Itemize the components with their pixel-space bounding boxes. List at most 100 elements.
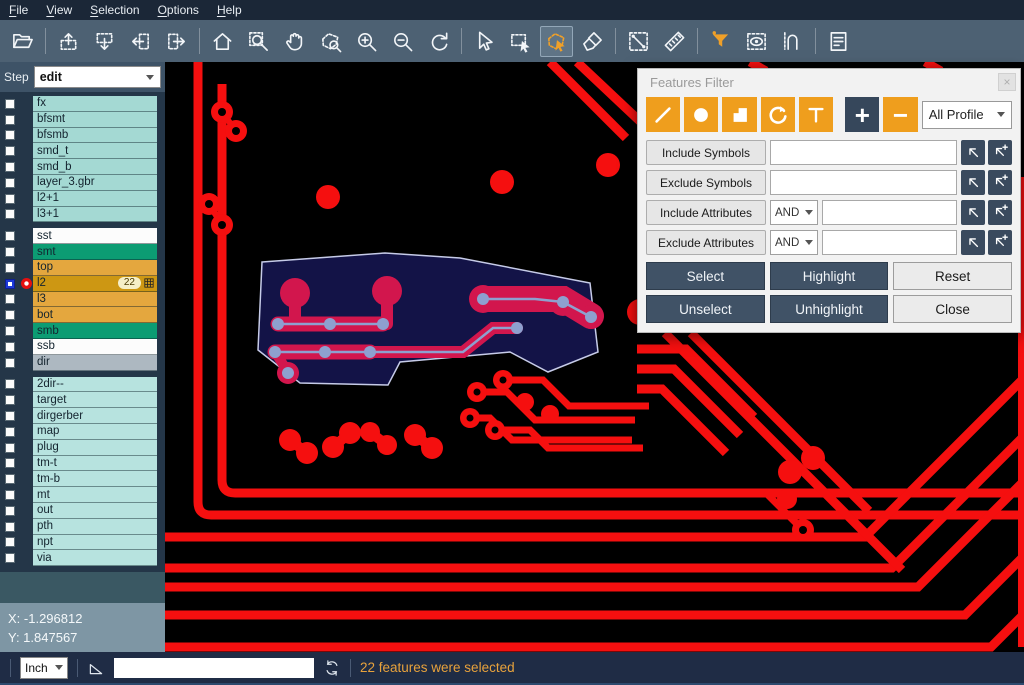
layer-name-2dir[interactable]: 2dir-- (33, 377, 157, 393)
toolbar-zoom-window-button[interactable] (242, 26, 275, 57)
layer-checkbox-bfsmt[interactable] (5, 115, 15, 125)
toolbar-scroll-down-button[interactable] (88, 26, 121, 57)
layer-name-tm-b[interactable]: tm-b (33, 471, 157, 487)
toolbar-features-filter-button[interactable] (704, 26, 737, 57)
layer-checkbox-map[interactable] (5, 427, 15, 437)
unselect-button[interactable]: Unselect (646, 295, 765, 323)
layer-checkbox-mt[interactable] (5, 490, 15, 500)
layer-checkbox-l2[interactable] (5, 279, 15, 289)
pick-from-canvas-button[interactable] (961, 140, 985, 165)
pick-from-canvas-button[interactable] (961, 230, 985, 255)
layer-checkbox-plug[interactable] (5, 443, 15, 453)
layer-name-map[interactable]: map (33, 424, 157, 440)
layer-name-smd-b[interactable]: smd_b (33, 159, 157, 175)
toolbar-snap-mode-button[interactable] (776, 26, 809, 57)
layer-checkbox-dirgerber[interactable] (5, 411, 15, 421)
include-symbols-button[interactable]: Include Symbols (646, 140, 766, 165)
toolbar-select-polygon-button[interactable] (540, 26, 573, 57)
layer-checkbox-2dir[interactable] (5, 379, 15, 389)
layer-checkbox-smd-t[interactable] (5, 146, 15, 156)
menu-options[interactable]: Options (149, 0, 208, 20)
dialog-title-bar[interactable]: Features Filter × (638, 69, 1020, 95)
draw-circle-button[interactable] (684, 97, 718, 132)
toolbar-clean-selection-button[interactable] (576, 26, 609, 57)
menu-view[interactable]: View (37, 0, 81, 20)
layer-name-dir[interactable]: dir (33, 355, 157, 371)
close-button[interactable]: Close (893, 295, 1012, 323)
toolbar-scroll-left-button[interactable] (124, 26, 157, 57)
include-symbols-input[interactable] (770, 140, 957, 165)
include-attributes-input[interactable] (822, 200, 957, 225)
layer-checkbox-tm-t[interactable] (5, 458, 15, 468)
layer-checkbox-bot[interactable] (5, 310, 15, 320)
toolbar-measure-distance-button[interactable] (622, 26, 655, 57)
layer-name-smt[interactable]: smt (33, 244, 157, 260)
add-filter-button[interactable]: + (845, 97, 879, 132)
pick-from-canvas-button[interactable] (961, 170, 985, 195)
unhighlight-button[interactable]: Unhighlight (770, 295, 889, 323)
exclude-attributes-input[interactable] (822, 230, 957, 255)
layer-name-ssb[interactable]: ssb (33, 339, 157, 355)
toolbar-pan-hand-button[interactable] (278, 26, 311, 57)
layer-name-via[interactable]: via (33, 550, 157, 566)
layer-name-l3-1[interactable]: l3+1 (33, 207, 157, 223)
highlight-button[interactable]: Highlight (770, 262, 889, 290)
layer-checkbox-out[interactable] (5, 506, 15, 516)
exclude-symbols-input[interactable] (770, 170, 957, 195)
layer-name-bfsmt[interactable]: bfsmt (33, 112, 157, 128)
layer-name-l2[interactable]: l222 (33, 276, 157, 292)
layer-name-target[interactable]: target (33, 392, 157, 408)
layer-name-smb[interactable]: smb (33, 323, 157, 339)
toolbar-zoom-polygon-button[interactable] (314, 26, 347, 57)
layer-checkbox-fx[interactable] (5, 99, 15, 109)
menu-help[interactable]: Help (208, 0, 251, 20)
layer-name-out[interactable]: out (33, 503, 157, 519)
include-attributes-button[interactable]: Include Attributes (646, 200, 766, 225)
menu-selection[interactable]: Selection (81, 0, 148, 20)
layer-checkbox-bfsmb[interactable] (5, 130, 15, 140)
refresh-icon[interactable] (323, 659, 341, 677)
layer-name-l3[interactable]: l3 (33, 292, 157, 308)
layer-name-sst[interactable]: sst (33, 228, 157, 244)
layer-name-smd-t[interactable]: smd_t (33, 143, 157, 159)
layer-name-l2-1[interactable]: l2+1 (33, 191, 157, 207)
operator-selector[interactable]: AND (770, 200, 818, 225)
toolbar-zoom-out-button[interactable] (386, 26, 419, 57)
toolbar-select-pointer-button[interactable] (468, 26, 501, 57)
layer-name-tm-t[interactable]: tm-t (33, 456, 157, 472)
layer-name-mt[interactable]: mt (33, 487, 157, 503)
layer-checkbox-smb[interactable] (5, 326, 15, 336)
layer-checkbox-via[interactable] (5, 553, 15, 563)
layer-checkbox-dir[interactable] (5, 358, 15, 368)
layer-checkbox-layer-3-gbr[interactable] (5, 178, 15, 188)
toolbar-view-options-button[interactable] (740, 26, 773, 57)
exclude-attributes-button[interactable]: Exclude Attributes (646, 230, 766, 255)
layer-checkbox-npt[interactable] (5, 537, 15, 547)
layer-checkbox-tm-b[interactable] (5, 474, 15, 484)
exclude-symbols-button[interactable]: Exclude Symbols (646, 170, 766, 195)
toolbar-feature-report-button[interactable] (822, 26, 855, 57)
toolbar-scroll-up-button[interactable] (52, 26, 85, 57)
pick-multiple-button[interactable] (988, 170, 1012, 195)
layer-name-bot[interactable]: bot (33, 307, 157, 323)
layer-name-plug[interactable]: plug (33, 440, 157, 456)
layer-checkbox-pth[interactable] (5, 522, 15, 532)
layer-checkbox-l2-1[interactable] (5, 194, 15, 204)
draw-line-button[interactable] (646, 97, 680, 132)
layer-checkbox-sst[interactable] (5, 231, 15, 241)
toolbar-scroll-right-button[interactable] (160, 26, 193, 57)
pick-multiple-button[interactable] (988, 140, 1012, 165)
layer-name-dirgerber[interactable]: dirgerber (33, 408, 157, 424)
toolbar-zoom-previous-button[interactable] (422, 26, 455, 57)
profile-selector[interactable]: All Profile (922, 101, 1012, 129)
toolbar-zoom-in-button[interactable] (350, 26, 383, 57)
draw-arc-button[interactable] (761, 97, 795, 132)
pick-multiple-button[interactable] (988, 230, 1012, 255)
dialog-close-button[interactable]: × (998, 73, 1016, 91)
layer-checkbox-top[interactable] (5, 263, 15, 273)
menu-file[interactable]: File (0, 0, 37, 20)
unit-selector[interactable]: Inch (20, 657, 68, 679)
layer-checkbox-smt[interactable] (5, 247, 15, 257)
pick-multiple-button[interactable] (988, 200, 1012, 225)
draw-surface-button[interactable] (722, 97, 756, 132)
